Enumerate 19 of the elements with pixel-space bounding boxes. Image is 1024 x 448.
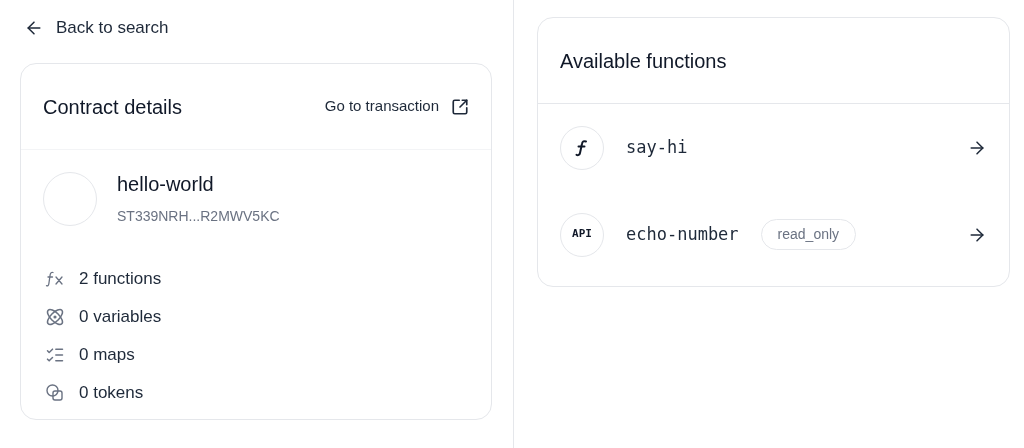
- function-row[interactable]: say-hi: [538, 104, 1009, 191]
- list-check-icon: [45, 345, 65, 365]
- function-row[interactable]: API echo-number read_only: [538, 191, 1009, 278]
- back-link[interactable]: Back to search: [24, 16, 493, 40]
- function-name: say-hi: [626, 135, 688, 159]
- card-title: Contract details: [43, 94, 182, 120]
- stat-label: 0 tokens: [79, 382, 144, 405]
- stat-label: 0 maps: [79, 344, 135, 367]
- card-title: Available functions: [560, 48, 727, 74]
- function-name: echo-number: [626, 222, 739, 246]
- contract-address: ST339NRH...R2MWV5KC: [117, 207, 280, 226]
- stat-label: 0 variables: [79, 306, 162, 329]
- fx-icon: [45, 269, 65, 289]
- overlapping-shapes-icon: [45, 383, 65, 403]
- transaction-link[interactable]: Go to transaction: [324, 95, 469, 118]
- stat-label: 2 functions: [79, 268, 162, 291]
- external-link-icon: [451, 97, 469, 116]
- contract-name: hello-world: [117, 172, 215, 196]
- atom-icon: [45, 307, 65, 327]
